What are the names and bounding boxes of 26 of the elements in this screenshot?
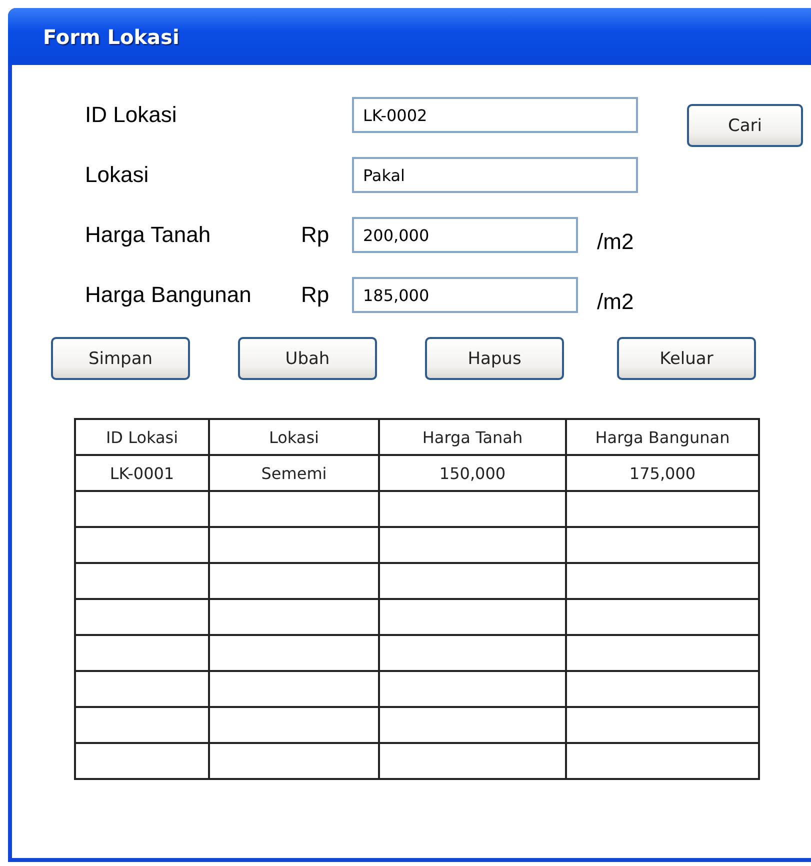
input-field[interactable]: 200,000 [352,217,578,253]
column-header: ID Lokasi [75,419,209,455]
window-title: Form Lokasi [43,24,180,48]
search-button[interactable]: Cari [687,104,803,147]
currency-label: Rp [301,282,330,308]
action-button[interactable]: Keluar [617,337,756,380]
input-field[interactable]: LK-0002 [352,97,638,133]
unit-label: /m2 [597,229,634,255]
table-cell: Sememi [209,455,379,491]
field-label: Harga Bangunan [85,282,252,308]
action-button[interactable]: Simpan [51,337,190,380]
field-label: ID Lokasi [85,102,178,128]
table-cell: LK-0001 [75,455,209,491]
table-cell: 150,000 [379,455,566,491]
column-header: Harga Bangunan [566,419,759,455]
field-label: Harga Tanah [85,222,212,248]
input-field[interactable]: 185,000 [352,277,578,313]
action-button[interactable]: Hapus [425,337,564,380]
column-header: Lokasi [209,419,379,455]
input-field[interactable]: Pakal [352,157,638,193]
currency-label: Rp [301,222,330,248]
action-button[interactable]: Ubah [238,337,377,380]
column-header: Harga Tanah [379,419,566,455]
unit-label: /m2 [597,289,634,315]
field-label: Lokasi [85,162,150,188]
table-cell: 175,000 [566,455,759,491]
